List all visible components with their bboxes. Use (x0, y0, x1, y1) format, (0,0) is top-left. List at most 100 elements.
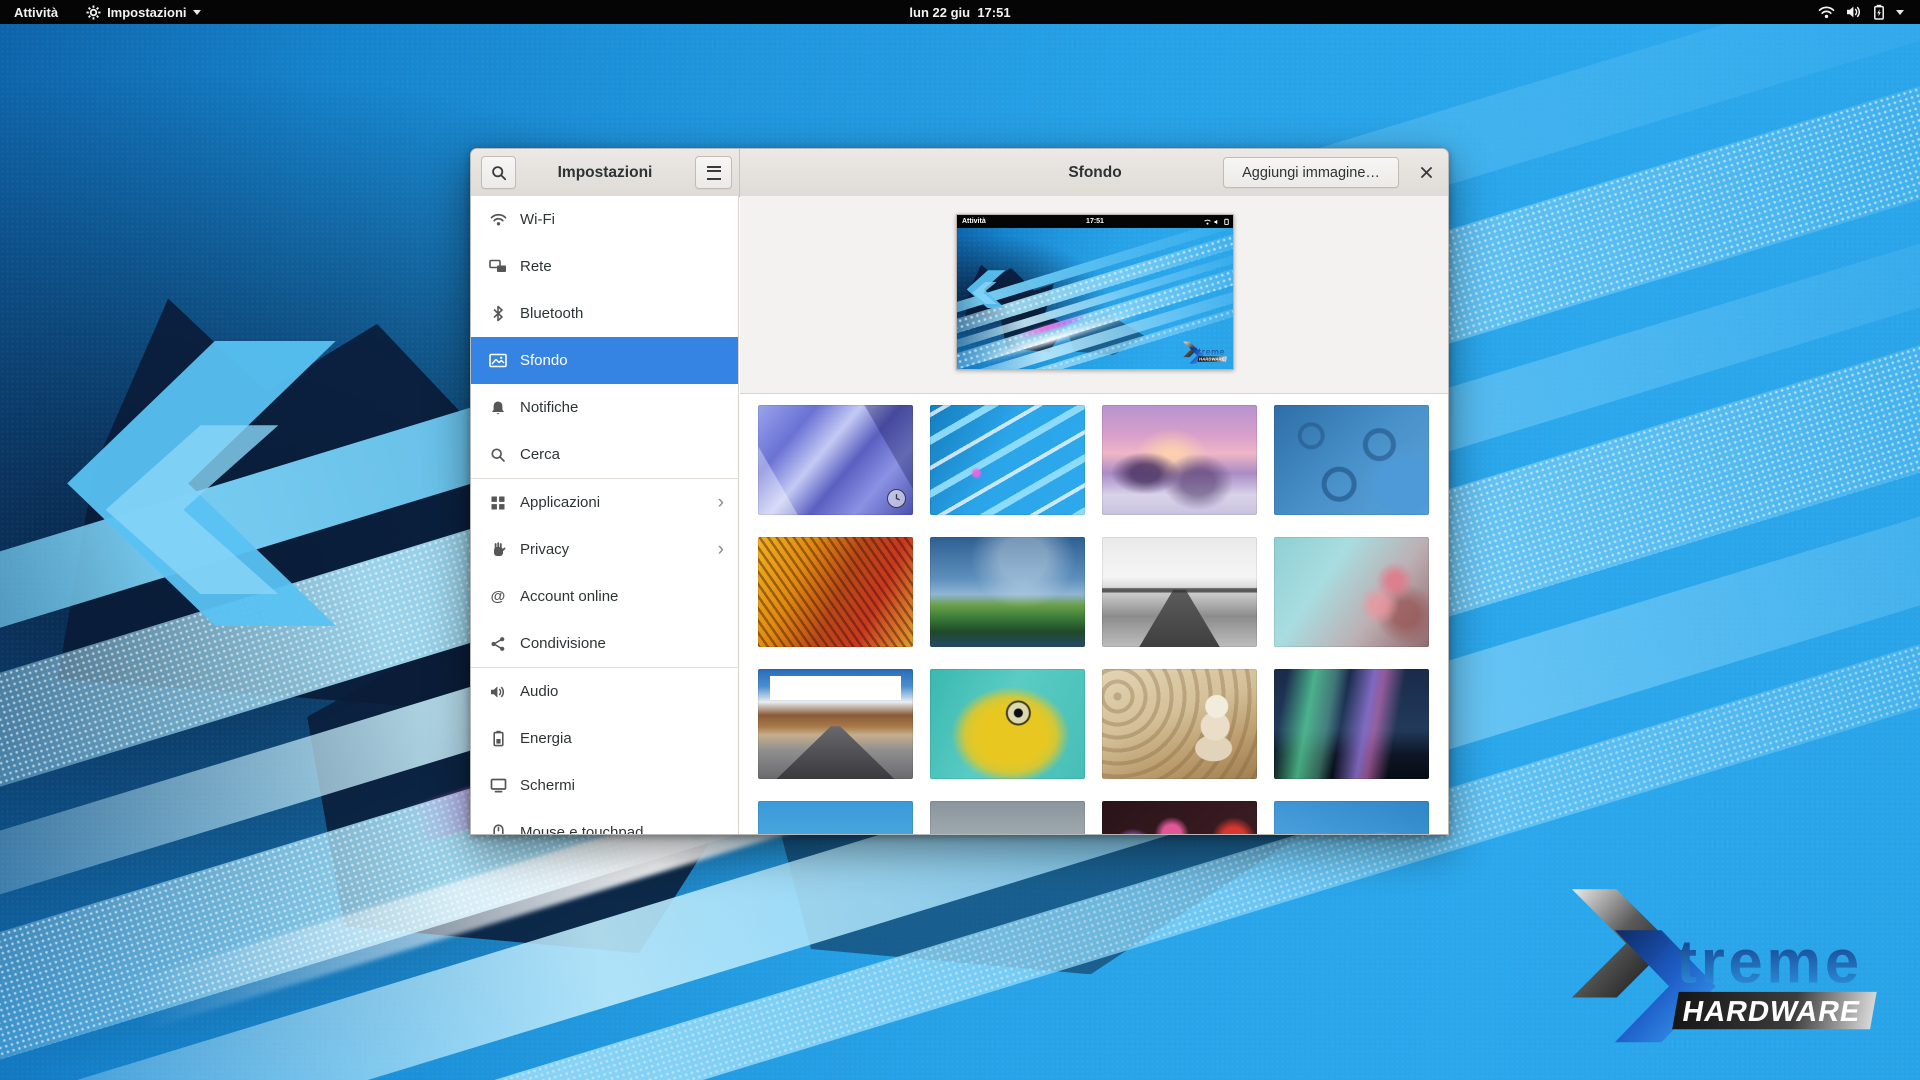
sidebar-item-label: Audio (520, 683, 558, 700)
status-tray[interactable] (1818, 0, 1904, 24)
at-sign-icon: @ (489, 588, 507, 606)
settings-sidebar: Wi-Fi Rete Bluetooth (471, 196, 739, 834)
sidebar-item-schermi[interactable]: Schermi (471, 762, 738, 809)
chevron-down-icon (193, 10, 201, 15)
current-background-zone: Attività 17:51 (740, 196, 1448, 394)
battery-icon (489, 730, 507, 748)
wallpaper-thumbnail[interactable] (758, 669, 913, 779)
mouse-icon (489, 824, 507, 836)
screen: Attività Impostazioni (0, 0, 1920, 1080)
wallpaper-thumbnail[interactable] (1274, 537, 1429, 647)
sidebar-item-label: Notifiche (520, 399, 578, 416)
speaker-icon (489, 683, 507, 701)
applications-grid-icon (489, 494, 507, 512)
sidebar-item-label: Cerca (520, 446, 560, 463)
sidebar-item-mouse-touchpad[interactable]: Mouse e touchpad (471, 809, 738, 835)
network-icon (489, 258, 507, 276)
gear-icon (86, 5, 101, 20)
sidebar-item-bluetooth[interactable]: Bluetooth (471, 290, 738, 337)
logo-banner: HARDWARE (1672, 992, 1876, 1029)
headerbar: Impostazioni Sfondo Aggiungi immagine… (471, 149, 1448, 197)
wallpaper-thumbnail[interactable] (1274, 669, 1429, 779)
sidebar-item-condivisione[interactable]: Condivisione (471, 620, 738, 667)
xtreme-hardware-logo: treme HARDWARE (1557, 878, 1893, 1046)
hand-privacy-icon (489, 541, 507, 559)
sidebar-item-label: Energia (520, 730, 572, 747)
wifi-icon (1818, 5, 1835, 19)
wallpaper-thumbnail[interactable] (1274, 405, 1429, 515)
volume-icon (1846, 5, 1862, 19)
clock[interactable]: lun 22 giu 17:51 (0, 5, 1920, 20)
sidebar-item-label: Rete (520, 258, 552, 275)
sidebar-item-energia[interactable]: Energia (471, 715, 738, 762)
mini-status-icons (1204, 215, 1229, 228)
wallpaper-thumbnail[interactable] (1102, 537, 1257, 647)
logo-banner: HARDWARE (1197, 357, 1226, 362)
menu-button[interactable] (695, 156, 732, 189)
wallpaper-thumbnail[interactable] (1102, 405, 1257, 515)
app-menu-label: Impostazioni (107, 5, 186, 20)
sidebar-item-label: Sfondo (520, 352, 568, 369)
sidebar-item-wifi[interactable]: Wi-Fi (471, 196, 738, 243)
sidebar-item-account-online[interactable]: @ Account online (471, 573, 738, 620)
logo-hardware-text: HARDWARE (1680, 996, 1863, 1028)
sidebar-item-rete[interactable]: Rete (471, 243, 738, 290)
sidebar-item-audio[interactable]: Audio (471, 668, 738, 715)
wallpaper-thumbnail[interactable] (930, 405, 1085, 515)
background-panel: Attività 17:51 (740, 196, 1448, 834)
sidebar-item-label: Applicazioni (520, 494, 600, 511)
mini-top-bar: Attività 17:51 (957, 215, 1233, 228)
current-background-preview: Attività 17:51 (956, 214, 1234, 370)
gnome-top-bar: Attività Impostazioni (0, 0, 1920, 24)
battery-charging-icon (1873, 4, 1885, 20)
sidebar-item-label: Bluetooth (520, 305, 583, 322)
sidebar-item-label: Privacy (520, 541, 569, 558)
wallpaper-thumbnail[interactable] (1274, 801, 1429, 835)
sidebar-item-label: Mouse e touchpad (520, 824, 643, 835)
sidebar-item-cerca[interactable]: Cerca (471, 431, 738, 478)
sidebar-item-label: Wi-Fi (520, 211, 555, 228)
sidebar-item-privacy[interactable]: Privacy › (471, 526, 738, 573)
activities-button[interactable]: Attività (0, 0, 72, 24)
mini-volume-icon (1214, 219, 1221, 225)
background-preview-art: treme HARDWARE (957, 228, 1233, 369)
display-icon (489, 777, 507, 795)
timed-wallpaper-badge (887, 489, 906, 508)
bluetooth-icon (489, 305, 507, 323)
activities-label: Attività (14, 5, 58, 20)
chevron-down-icon (1896, 10, 1904, 15)
settings-window: Impostazioni Sfondo Aggiungi immagine… (470, 148, 1449, 835)
close-button[interactable] (1410, 157, 1442, 188)
logo-treme-text: treme (1198, 347, 1225, 357)
mini-clock: 17:51 (957, 215, 1233, 228)
chevron-right-icon: › (718, 540, 724, 559)
wallpaper-thumbnail[interactable] (758, 801, 913, 835)
sidebar-item-notifiche[interactable]: Notifiche (471, 384, 738, 431)
wallpaper-thumbnail[interactable] (758, 537, 913, 647)
wallpaper-grid (758, 405, 1429, 835)
logo-hardware-text: HARDWARE (1199, 357, 1225, 362)
xtreme-hardware-logo: treme HARDWARE (1181, 340, 1229, 364)
wallpaper-thumbnail[interactable] (1102, 669, 1257, 779)
wallpaper-thumbnail[interactable] (1102, 801, 1257, 835)
hamburger-icon (707, 166, 721, 180)
share-icon (489, 635, 507, 653)
close-icon (1419, 165, 1434, 180)
add-image-button[interactable]: Aggiungi immagine… (1223, 157, 1399, 188)
sidebar-item-sfondo[interactable]: Sfondo (471, 337, 738, 384)
bell-icon (489, 399, 507, 417)
wallpaper-thumbnail[interactable] (930, 801, 1085, 835)
chevron-right-icon: › (718, 493, 724, 512)
wallpaper-thumbnail[interactable] (930, 537, 1085, 647)
search-icon (489, 446, 507, 464)
wallpaper-thumbnail[interactable] (930, 669, 1085, 779)
app-menu-button[interactable]: Impostazioni (72, 0, 214, 24)
sidebar-item-label: Account online (520, 588, 618, 605)
sidebar-item-applicazioni[interactable]: Applicazioni › (471, 479, 738, 526)
mini-battery-icon (1224, 218, 1229, 225)
desktop-wallpaper: treme HARDWARE (957, 228, 1233, 369)
background-icon (489, 352, 507, 370)
sidebar-item-label: Condivisione (520, 635, 606, 652)
logo-treme-text: treme (1677, 928, 1863, 997)
wallpaper-thumbnail[interactable] (758, 405, 913, 515)
